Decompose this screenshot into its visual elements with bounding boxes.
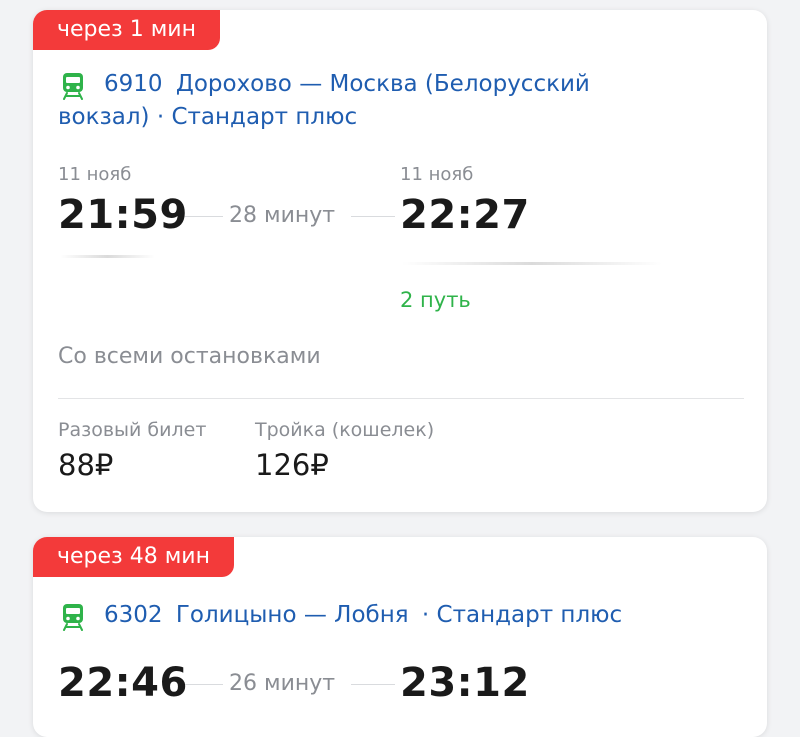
train-icon — [63, 73, 83, 100]
trip-duration: 28 минут — [229, 203, 336, 228]
arrival-time: 23:12 — [400, 660, 530, 706]
route-line-2[interactable]: вокзал) · Стандарт плюс — [58, 101, 357, 134]
route-title[interactable]: 6302 Голицыно — Лобня · Стандарт плюс — [58, 599, 622, 632]
departure-countdown-badge: через 1 мин — [33, 10, 220, 50]
departure-time: 22:46 — [58, 660, 188, 706]
route-line-1: Голицыно — Лобня — [175, 602, 409, 628]
duration-line-right — [351, 684, 395, 685]
troika-price: 126₽ — [255, 448, 329, 482]
trip-duration: 26 минут — [229, 671, 336, 696]
arrival-platform: 2 путь — [400, 288, 471, 312]
duration-line-left — [185, 216, 223, 217]
train-number: 6302 — [104, 602, 163, 628]
arrival-station-blurred — [402, 262, 662, 265]
single-ticket-price: 88₽ — [58, 448, 114, 482]
arrival-time: 22:27 — [400, 192, 530, 238]
train-card-1[interactable]: через 1 мин 6910 Дорохово — Москва (Бело… — [33, 10, 767, 512]
duration-line-left — [185, 684, 223, 685]
departure-date: 11 нояб — [58, 164, 132, 185]
train-card-2[interactable]: через 48 мин 6302 Голицыно — Лобня · Ста… — [33, 537, 767, 737]
train-icon — [63, 604, 83, 631]
price-divider — [58, 398, 744, 399]
train-number: 6910 — [104, 71, 163, 97]
duration-line-right — [351, 216, 395, 217]
stops-info: Со всеми остановками — [58, 344, 321, 369]
train-class: · Стандарт плюс — [421, 602, 623, 628]
route-title[interactable]: 6910 Дорохово — Москва (Белорусский — [58, 68, 590, 101]
arrival-date: 11 нояб — [400, 164, 474, 185]
route-line-1: Дорохово — Москва (Белорусский — [175, 71, 590, 97]
departure-station-blurred — [60, 255, 155, 258]
departure-time: 21:59 — [58, 192, 188, 238]
departure-countdown-badge: через 48 мин — [33, 537, 234, 577]
troika-label: Тройка (кошелек) — [255, 419, 435, 441]
single-ticket-label: Разовый билет — [58, 419, 207, 441]
